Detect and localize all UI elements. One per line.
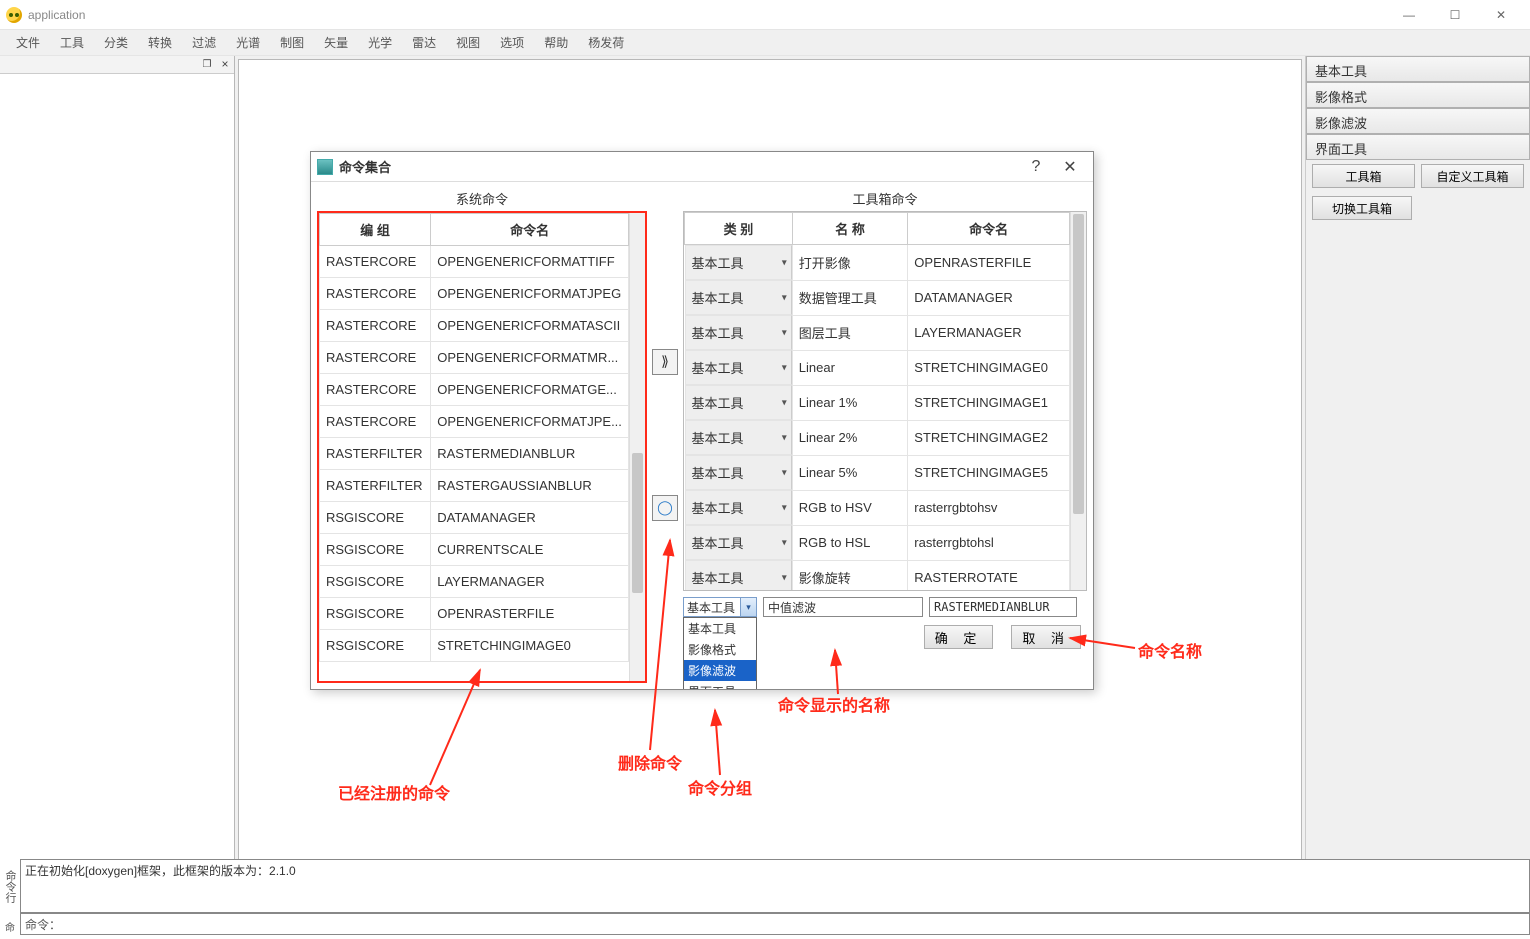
- table-row[interactable]: RASTERFILTERRASTERMEDIANBLUR: [320, 438, 629, 470]
- table-row[interactable]: 基本工具▾RGB to HSLrasterrgbtohsl: [685, 525, 1070, 560]
- menu-item[interactable]: 文件: [6, 30, 50, 55]
- chevron-down-icon[interactable]: ▾: [782, 397, 787, 408]
- table-row[interactable]: 基本工具▾影像旋转RASTERROTATE: [685, 560, 1070, 591]
- table-row[interactable]: RSGISCORELAYERMANAGER: [320, 566, 629, 598]
- dialog-close-button[interactable]: ✕: [1053, 154, 1087, 180]
- maximize-button[interactable]: ☐: [1432, 0, 1478, 30]
- menu-item[interactable]: 矢量: [314, 30, 358, 55]
- dropdown-option[interactable]: 基本工具: [684, 618, 756, 639]
- dialog-icon: [317, 159, 333, 175]
- scrollbar[interactable]: [1070, 212, 1086, 590]
- chevron-down-icon[interactable]: ▾: [782, 467, 787, 478]
- command-input-label[interactable]: 命令：: [20, 913, 1530, 935]
- table-row[interactable]: RSGISCORECURRENTSCALE: [320, 534, 629, 566]
- dropdown-option[interactable]: 影像滤波: [684, 660, 756, 681]
- col-category: 类 别: [685, 213, 793, 245]
- table-row[interactable]: 基本工具▾Linear 1%STRETCHINGIMAGE1: [685, 385, 1070, 420]
- custom-toolbox-button[interactable]: 自定义工具箱: [1421, 164, 1524, 188]
- command-set-dialog: 命令集合 ? ✕ 系统命令 编 组 命令名 RASTERCOREOPENGENE…: [310, 151, 1094, 690]
- col-group: 编 组: [320, 214, 431, 246]
- right-sidebar: 基本工具影像格式影像滤波界面工具 工具箱 自定义工具箱 切换工具箱 系统命令: [1305, 56, 1530, 939]
- table-row[interactable]: RSGISCOREOPENRASTERFILE: [320, 598, 629, 630]
- menu-bar: 文件工具分类转换过滤光谱制图矢量光学雷达视图选项帮助杨发荷: [0, 30, 1530, 56]
- menu-item[interactable]: 光学: [358, 30, 402, 55]
- col-command-name: 命令名: [908, 213, 1070, 245]
- switch-toolbox-button[interactable]: 切换工具箱: [1312, 196, 1412, 220]
- app-icon: [6, 7, 22, 23]
- table-row[interactable]: 基本工具▾图层工具LAYERMANAGER: [685, 315, 1070, 350]
- toolbox-button[interactable]: 工具箱: [1312, 164, 1415, 188]
- chevron-down-icon[interactable]: ▾: [782, 292, 787, 303]
- minimize-button[interactable]: —: [1386, 0, 1432, 30]
- table-row[interactable]: RASTERCOREOPENGENERICFORMATJPE...: [320, 406, 629, 438]
- table-row[interactable]: RASTERCOREOPENGENERICFORMATGE...: [320, 374, 629, 406]
- chevron-down-icon[interactable]: ▾: [782, 537, 787, 548]
- table-row[interactable]: RSGISCORESTRETCHINGIMAGE0: [320, 630, 629, 662]
- menu-item[interactable]: 雷达: [402, 30, 446, 55]
- cancel-button[interactable]: 取 消: [1011, 625, 1081, 649]
- dialog-title: 命令集合: [339, 157, 391, 176]
- scrollbar[interactable]: [629, 213, 645, 681]
- refresh-button[interactable]: ◯: [652, 495, 678, 521]
- menu-item[interactable]: 分类: [94, 30, 138, 55]
- dock-close-icon[interactable]: ×: [218, 57, 232, 71]
- toolbox-commands-header: 工具箱命令: [683, 186, 1087, 211]
- table-row[interactable]: RASTERCOREOPENGENERICFORMATTIFF: [320, 246, 629, 278]
- category-combo[interactable]: 基本工具 ▾: [683, 597, 757, 617]
- ok-button[interactable]: 确 定: [924, 625, 994, 649]
- menu-item[interactable]: 光谱: [226, 30, 270, 55]
- display-name-input[interactable]: 中值滤波: [763, 597, 923, 617]
- system-commands-table[interactable]: 编 组 命令名 RASTERCOREOPENGENERICFORMATTIFFR…: [317, 211, 647, 683]
- table-row[interactable]: RASTERFILTERRASTERGAUSSIANBLUR: [320, 470, 629, 502]
- col-display-name: 名 称: [792, 213, 908, 245]
- chevron-down-icon[interactable]: ▾: [782, 327, 787, 338]
- table-row[interactable]: RASTERCOREOPENGENERICFORMATJPEG: [320, 278, 629, 310]
- chevron-down-icon[interactable]: ▾: [782, 572, 787, 583]
- menu-item[interactable]: 选项: [490, 30, 534, 55]
- close-button[interactable]: ✕: [1478, 0, 1524, 30]
- chevron-down-icon[interactable]: ▾: [782, 257, 787, 268]
- window-title: application: [28, 8, 85, 22]
- dropdown-option[interactable]: 界面工具: [684, 681, 756, 689]
- left-dock-panel: ❐ ×: [0, 56, 235, 939]
- table-row[interactable]: 基本工具▾数据管理工具DATAMANAGER: [685, 280, 1070, 315]
- menu-item[interactable]: 工具: [50, 30, 94, 55]
- sidebar-tab[interactable]: 界面工具: [1306, 134, 1530, 160]
- table-row[interactable]: RASTERCOREOPENGENERICFORMATASCII: [320, 310, 629, 342]
- table-row[interactable]: RASTERCOREOPENGENERICFORMATMR...: [320, 342, 629, 374]
- table-row[interactable]: 基本工具▾RGB to HSVrasterrgbtohsv: [685, 490, 1070, 525]
- category-combo-value: 基本工具: [687, 599, 735, 616]
- chevron-down-icon[interactable]: ▾: [782, 432, 787, 443]
- menu-item[interactable]: 帮助: [534, 30, 578, 55]
- table-row[interactable]: 基本工具▾打开影像OPENRASTERFILE: [685, 245, 1070, 281]
- dialog-help-button[interactable]: ?: [1019, 154, 1053, 180]
- move-right-button[interactable]: ⟫: [652, 349, 678, 375]
- chevron-down-icon[interactable]: ▾: [782, 502, 787, 513]
- category-dropdown[interactable]: 基本工具影像格式影像滤波界面工具系统命令: [683, 617, 757, 689]
- menu-item[interactable]: 转换: [138, 30, 182, 55]
- sidebar-tab[interactable]: 影像格式: [1306, 82, 1530, 108]
- log-panel-label: 命令行: [0, 859, 20, 913]
- command-name-input[interactable]: RASTERMEDIANBLUR: [929, 597, 1077, 617]
- dropdown-option[interactable]: 影像格式: [684, 639, 756, 660]
- col-cmdname: 命令名: [431, 214, 629, 246]
- table-row[interactable]: 基本工具▾LinearSTRETCHINGIMAGE0: [685, 350, 1070, 385]
- system-commands-header: 系统命令: [317, 186, 647, 211]
- menu-item[interactable]: 制图: [270, 30, 314, 55]
- window-titlebar: application — ☐ ✕: [0, 0, 1530, 30]
- dock-float-icon[interactable]: ❐: [200, 57, 214, 71]
- menu-item[interactable]: 视图: [446, 30, 490, 55]
- cmd-panel-label: 命: [0, 915, 20, 937]
- sidebar-tab[interactable]: 影像滤波: [1306, 108, 1530, 134]
- toolbox-commands-table[interactable]: 类 别 名 称 命令名 基本工具▾打开影像OPENRASTERFILE基本工具▾…: [683, 211, 1087, 591]
- menu-item[interactable]: 杨发荷: [578, 30, 634, 55]
- table-row[interactable]: RSGISCOREDATAMANAGER: [320, 502, 629, 534]
- table-row[interactable]: 基本工具▾Linear 5%STRETCHINGIMAGE5: [685, 455, 1070, 490]
- sidebar-tab[interactable]: 基本工具: [1306, 56, 1530, 82]
- chevron-down-icon[interactable]: ▾: [782, 362, 787, 373]
- log-output: 正在初始化[doxygen]框架，此框架的版本为：2.1.0: [20, 859, 1530, 913]
- chevron-down-icon[interactable]: ▾: [740, 598, 756, 616]
- menu-item[interactable]: 过滤: [182, 30, 226, 55]
- table-row[interactable]: 基本工具▾Linear 2%STRETCHINGIMAGE2: [685, 420, 1070, 455]
